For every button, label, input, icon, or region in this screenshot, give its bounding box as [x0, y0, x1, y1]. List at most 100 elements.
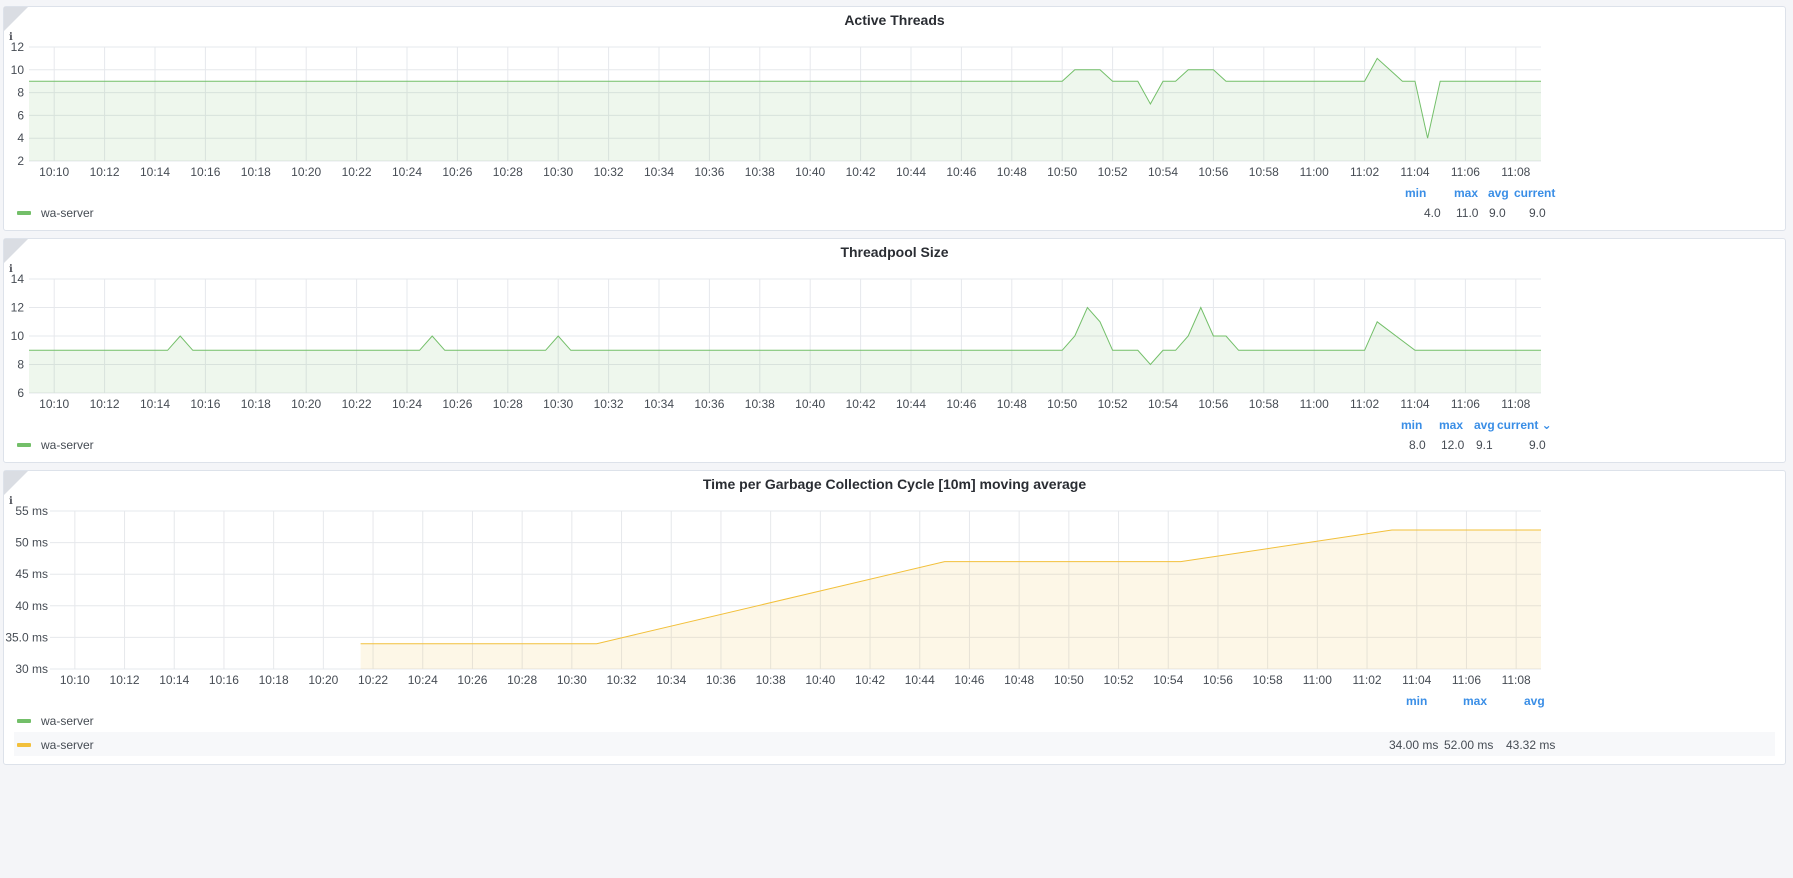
stat-header-avg[interactable]: avg — [1488, 186, 1509, 200]
x-tick-label: 10:58 — [1253, 673, 1283, 687]
x-tick-label: 10:32 — [594, 397, 624, 411]
x-tick-label: 10:20 — [308, 673, 338, 687]
legend-swatch — [17, 443, 31, 447]
x-tick-label: 10:28 — [493, 397, 523, 411]
panel-threadpool-size: i Threadpool Size 6 8 10 12 14 10:10 10:12 10:1… — [3, 238, 1786, 463]
x-tick-label: 10:50 — [1047, 165, 1077, 179]
x-tick-label: 10:44 — [896, 165, 926, 179]
legend-label: wa-server — [41, 438, 94, 452]
x-tick-label: 11:08 — [1502, 673, 1531, 687]
x-tick-label: 11:08 — [1501, 165, 1530, 179]
stat-header-max[interactable]: max — [1454, 186, 1478, 200]
x-tick-label: 10:54 — [1148, 397, 1178, 411]
x-tick-label: 10:34 — [656, 673, 686, 687]
stat-header-current[interactable]: current ⌄ — [1497, 418, 1552, 432]
legend-label: wa-server — [41, 206, 94, 220]
x-tick-label: 10:10 — [39, 397, 69, 411]
y-tick-label: 10 — [11, 329, 25, 343]
stat-header-avg[interactable]: avg — [1474, 418, 1495, 432]
x-tick-label: 10:36 — [694, 165, 724, 179]
x-tick-label: 10:46 — [946, 165, 976, 179]
panel-title[interactable]: Time per Garbage Collection Cycle [10m] … — [4, 476, 1785, 492]
stat-header-max[interactable]: max — [1463, 694, 1487, 708]
x-tick-label: 10:24 — [392, 397, 422, 411]
x-tick-label: 10:26 — [442, 397, 472, 411]
y-tick-label: 6 — [17, 108, 24, 122]
x-tick-label: 10:46 — [946, 397, 976, 411]
x-tick-label: 10:12 — [90, 165, 120, 179]
x-tick-label: 10:18 — [241, 165, 271, 179]
stat-header-min[interactable]: min — [1405, 186, 1426, 200]
y-tick-label: 10 — [11, 63, 25, 77]
x-tick-label: 10:30 — [557, 673, 587, 687]
x-tick-label: 11:04 — [1400, 165, 1429, 179]
y-tick-label: 12 — [11, 301, 25, 315]
y-tick-label: 2 — [17, 154, 24, 168]
x-tick-label: 11:04 — [1402, 673, 1431, 687]
x-tick-label: 11:00 — [1303, 673, 1332, 687]
x-tick-label: 10:48 — [997, 397, 1027, 411]
stat-header-max[interactable]: max — [1439, 418, 1463, 432]
x-tick-label: 10:40 — [795, 397, 825, 411]
stat-value-avg: 43.32 ms — [1506, 738, 1556, 752]
legend-item[interactable]: wa-server — [17, 206, 94, 220]
stat-header-min[interactable]: min — [1406, 694, 1427, 708]
y-tick-label: 12 — [11, 40, 25, 54]
series-area — [360, 530, 1542, 669]
stat-header-min[interactable]: min — [1401, 418, 1422, 432]
x-tick-label: 10:14 — [140, 397, 170, 411]
x-tick-label: 10:50 — [1047, 397, 1077, 411]
x-tick-label: 10:44 — [896, 397, 926, 411]
x-tick-label: 10:42 — [846, 165, 876, 179]
stat-header-avg[interactable]: avg — [1524, 694, 1545, 708]
x-tick-label: 11:04 — [1400, 397, 1429, 411]
x-tick-label: 11:00 — [1300, 397, 1329, 411]
panel-title[interactable]: Active Threads — [4, 12, 1785, 28]
x-tick-label: 10:12 — [90, 397, 120, 411]
x-tick-label: 11:02 — [1352, 673, 1381, 687]
stat-value-min: 34.00 ms — [1389, 738, 1439, 752]
x-tick-label: 10:24 — [392, 165, 422, 179]
x-tick-label: 10:46 — [954, 673, 984, 687]
y-tick-label: 45 ms — [15, 567, 48, 581]
stat-header-current[interactable]: current — [1514, 186, 1555, 200]
x-tick-label: 10:26 — [457, 673, 487, 687]
x-tick-label: 10:40 — [795, 165, 825, 179]
panel-title[interactable]: Threadpool Size — [4, 244, 1785, 260]
y-tick-label: 50 ms — [15, 536, 48, 550]
x-tick-label: 10:30 — [543, 165, 573, 179]
legend-swatch — [17, 743, 31, 747]
legend-label: wa-server — [41, 714, 94, 728]
x-tick-label: 10:42 — [855, 673, 885, 687]
y-tick-label: 6 — [17, 386, 24, 400]
x-tick-label: 10:36 — [694, 397, 724, 411]
x-tick-label: 10:22 — [342, 165, 372, 179]
x-tick-label: 10:50 — [1054, 673, 1084, 687]
x-tick-label: 10:10 — [39, 165, 69, 179]
stat-value-min: 8.0 — [1409, 438, 1426, 452]
x-tick-label: 10:32 — [594, 165, 624, 179]
x-tick-label: 10:34 — [644, 397, 674, 411]
x-tick-label: 10:18 — [259, 673, 289, 687]
stat-value-current: 9.0 — [1529, 438, 1546, 452]
x-tick-label: 10:44 — [905, 673, 935, 687]
legend-item[interactable]: wa-server — [17, 738, 94, 752]
x-tick-label: 11:02 — [1350, 165, 1379, 179]
legend-item[interactable]: wa-server — [17, 714, 94, 728]
x-tick-label: 10:28 — [493, 165, 523, 179]
x-tick-label: 10:32 — [607, 673, 637, 687]
stat-value-current: 9.0 — [1529, 206, 1546, 220]
legend-item[interactable]: wa-server — [17, 438, 94, 452]
x-tick-label: 10:42 — [846, 397, 876, 411]
y-tick-label: 30 ms — [15, 662, 48, 676]
x-tick-label: 10:58 — [1249, 397, 1279, 411]
x-tick-label: 10:16 — [209, 673, 239, 687]
y-tick-label: 4 — [17, 131, 24, 145]
chart-gc-time[interactable]: 30 ms 35.0 ms 40 ms 45 ms 50 ms 55 ms 10:10 10:… — [4, 499, 1785, 699]
x-tick-label: 10:58 — [1249, 165, 1279, 179]
x-tick-label: 11:00 — [1300, 165, 1329, 179]
x-tick-label: 10:30 — [543, 397, 573, 411]
x-tick-label: 10:48 — [997, 165, 1027, 179]
y-tick-label: 14 — [11, 272, 25, 286]
x-tick-label: 11:06 — [1451, 165, 1480, 179]
